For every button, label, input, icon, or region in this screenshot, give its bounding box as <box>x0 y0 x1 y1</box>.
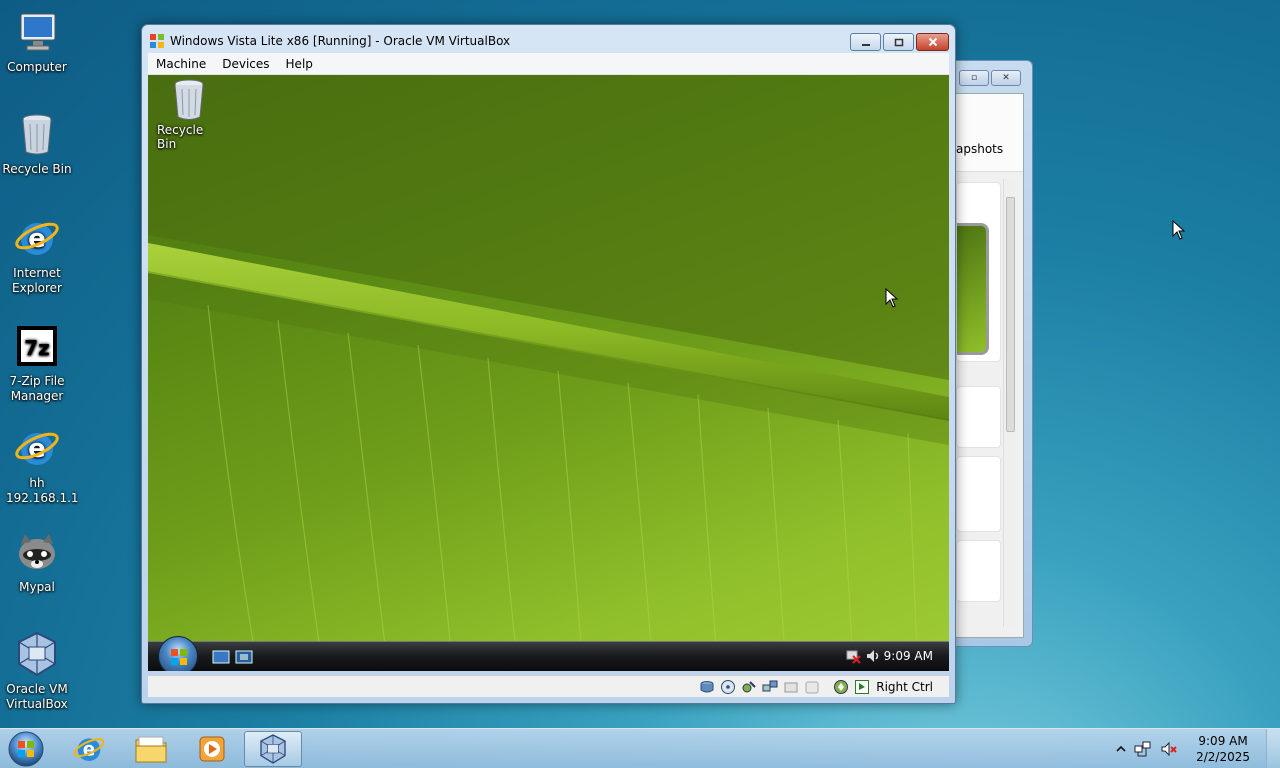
menu-machine[interactable]: Machine <box>148 57 214 71</box>
desktop-icon-virtualbox[interactable]: Oracle VM VirtualBox <box>2 630 72 712</box>
windows-orb-icon <box>8 731 44 767</box>
leaf-wallpaper <box>148 75 949 671</box>
vm-menubar: Machine Devices Help <box>148 53 949 75</box>
desktop-icon-internet-explorer[interactable]: e Internet Explorer <box>2 214 72 296</box>
vm-window-title: Windows Vista Lite x86 [Running] - Oracl… <box>170 34 511 48</box>
network-disconnected-icon[interactable] <box>845 648 861 664</box>
desktop-icon-mypal[interactable]: Mypal <box>2 528 72 595</box>
network-adapter-icon[interactable] <box>761 678 778 695</box>
restore-icon <box>894 38 903 47</box>
window-controls: ▫ ✕ <box>959 70 1021 86</box>
mouse-cursor-icon <box>1172 220 1186 240</box>
raccoon-icon <box>19 534 55 569</box>
clock[interactable]: 9:09 AM 2/2/2025 <box>1196 733 1250 765</box>
desktop-icon-recycle-bin[interactable]: Recycle Bin <box>2 110 72 177</box>
hard-disk-icon[interactable] <box>698 678 715 695</box>
start-button[interactable] <box>6 730 46 768</box>
taskbar-virtualbox[interactable] <box>244 731 302 767</box>
close-icon <box>928 37 937 47</box>
volume-icon[interactable] <box>865 648 881 664</box>
vertical-scrollbar[interactable] <box>1003 179 1017 627</box>
maximize-button[interactable]: ▫ <box>959 70 989 86</box>
host-key-label: Right Ctrl <box>876 679 933 694</box>
manager-content: apshots <box>955 93 1024 638</box>
virtualbox-icon <box>18 631 56 677</box>
switch-windows-icon[interactable] <box>235 650 253 664</box>
recycle-bin-icon <box>174 79 204 120</box>
vm-statusbar: Right Ctrl <box>148 675 949 697</box>
show-desktop-button[interactable] <box>1266 729 1280 768</box>
details-card <box>956 540 1001 602</box>
volume-muted-icon[interactable] <box>1160 740 1178 758</box>
scrollbar-thumb[interactable] <box>1006 197 1015 432</box>
system-tray: 9:09 AM 2/2/2025 <box>1116 729 1250 768</box>
clock-time: 9:09 AM <box>1198 734 1248 748</box>
guest-desktop-icon-recycle-bin[interactable]: Recycle Bin <box>157 77 221 151</box>
vista-window-icon <box>150 34 164 48</box>
vm-window-controls <box>850 33 949 51</box>
show-desktop-icon[interactable] <box>212 650 230 664</box>
details-card <box>956 182 1001 362</box>
clock-date: 2/2/2025 <box>1196 750 1250 764</box>
desktop-icon-hh-shortcut[interactable]: e hh 192.168.1.1 <box>2 424 79 506</box>
network-icon[interactable] <box>1134 740 1152 758</box>
close-button[interactable]: ✕ <box>991 70 1021 86</box>
display-icon[interactable] <box>832 678 849 695</box>
vm-preview-thumbnail <box>957 223 989 355</box>
keyboard-capture-icon[interactable] <box>853 678 870 695</box>
audio-icon[interactable] <box>740 678 757 695</box>
guest-clock[interactable]: 9:09 AM <box>884 649 933 663</box>
menu-help[interactable]: Help <box>278 57 321 71</box>
restore-button[interactable] <box>883 33 914 51</box>
vm-window-titlebar[interactable]: Windows Vista Lite x86 [Running] - Oracl… <box>149 29 510 53</box>
desktop-icon-computer[interactable]: Computer <box>2 8 72 75</box>
guest-taskbar: 9:09 AM <box>148 636 949 671</box>
recycle-bin-icon <box>22 114 52 155</box>
usb-icon[interactable] <box>782 678 799 695</box>
internet-explorer-icon: e <box>73 738 105 762</box>
svg-text:7z: 7z <box>24 336 50 360</box>
taskbar-file-explorer[interactable] <box>122 731 180 767</box>
virtualbox-icon <box>260 734 286 764</box>
taskbar-internet-explorer[interactable]: e <box>60 731 118 767</box>
computer-icon <box>20 13 56 51</box>
chevron-up-icon[interactable] <box>1116 744 1126 754</box>
internet-explorer-icon: e <box>15 432 59 465</box>
7zip-icon: 7z <box>17 326 57 366</box>
shared-folders-icon[interactable] <box>803 678 820 695</box>
mouse-cursor-icon <box>885 288 899 308</box>
snapshots-tool-label[interactable]: apshots <box>956 142 1003 156</box>
close-button[interactable] <box>916 33 949 51</box>
folder-icon <box>135 736 167 763</box>
desktop-icon-7zip[interactable]: 7z 7-Zip File Manager <box>2 322 72 404</box>
guest-display[interactable]: Recycle Bin 9:09 AM <box>148 75 949 671</box>
guest-start-button[interactable] <box>158 636 198 671</box>
optical-drive-icon[interactable] <box>719 678 736 695</box>
host-taskbar: e 9:09 AM 2/2/2025 <box>0 728 1280 768</box>
minimize-icon <box>861 44 870 46</box>
media-player-icon <box>199 736 225 762</box>
details-card <box>956 456 1001 532</box>
manager-toolbar: apshots <box>956 94 1023 172</box>
minimize-button[interactable] <box>850 33 881 51</box>
details-card <box>956 386 1001 448</box>
menu-devices[interactable]: Devices <box>214 57 277 71</box>
internet-explorer-icon: e <box>15 222 59 255</box>
windows-logo-icon <box>171 649 187 665</box>
vm-window[interactable]: Windows Vista Lite x86 [Running] - Oracl… <box>141 24 956 704</box>
taskbar-media-player[interactable] <box>183 731 241 767</box>
